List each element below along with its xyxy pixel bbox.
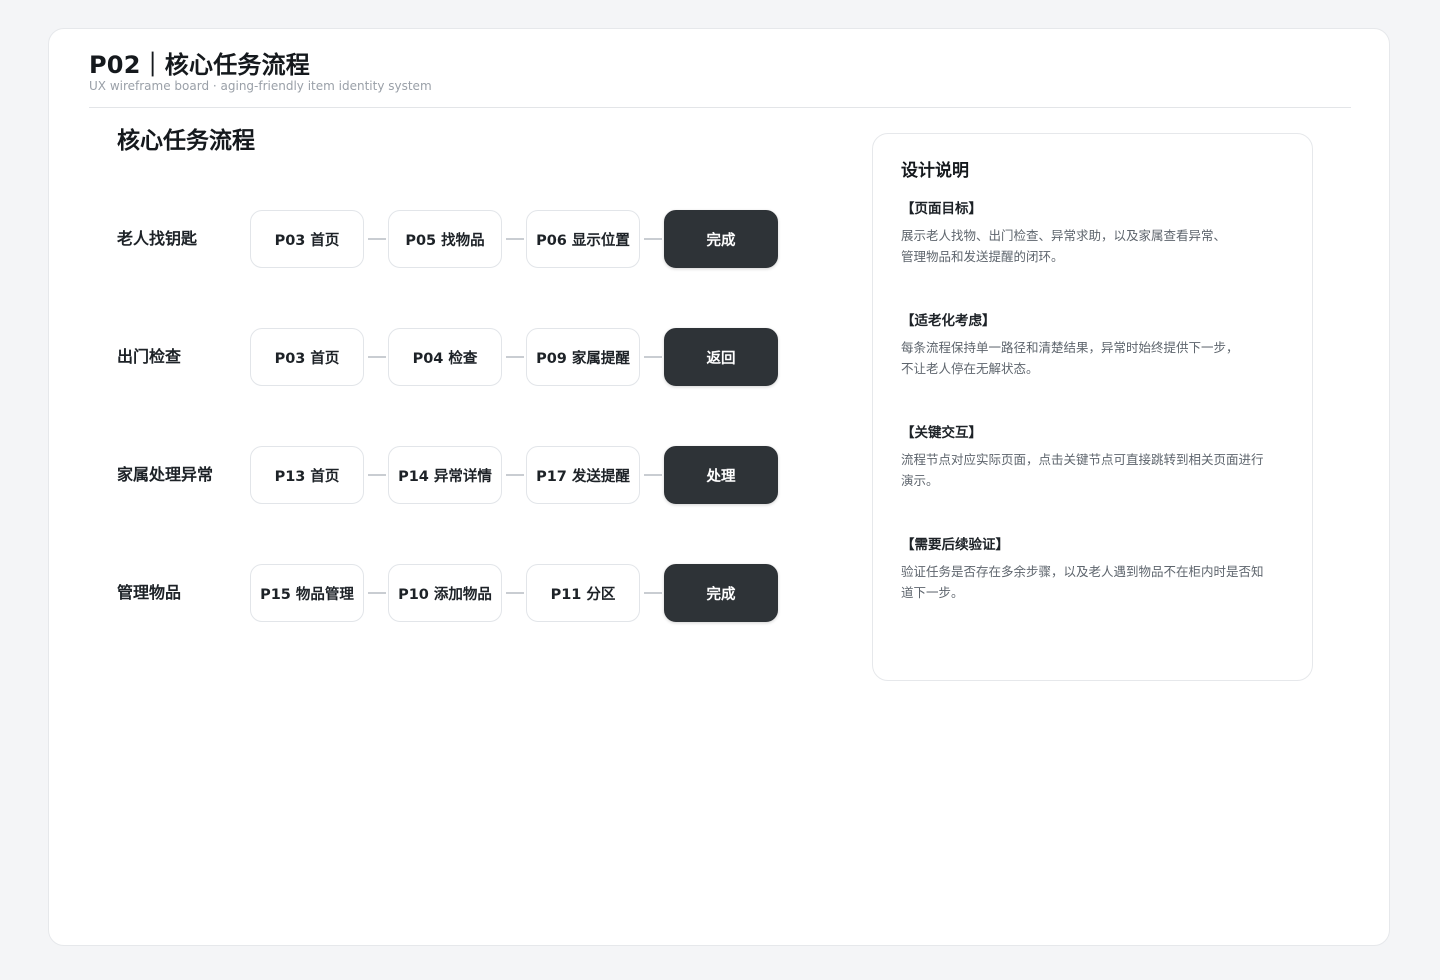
note-aging-friendly: 【适老化考虑】 每条流程保持单一路径和清楚结果，异常时始终提供下一步， 不让老人… xyxy=(901,309,1286,379)
flow-connector xyxy=(644,238,662,240)
flow-row-manage-items: 管理物品 P15 物品管理 P10 添加物品 P11 分区 完成 xyxy=(117,564,797,622)
flow-connector xyxy=(506,474,524,476)
note-body: 流程节点对应实际页面，点击关键节点可直接跳转到相关页面进行 演示。 xyxy=(901,452,1264,488)
flow-end-node[interactable]: 处理 xyxy=(664,446,778,504)
note-key-interaction: 【关键交互】 流程节点对应实际页面，点击关键节点可直接跳转到相关页面进行 演示。 xyxy=(901,421,1286,491)
note-body: 每条流程保持单一路径和清楚结果，异常时始终提供下一步， 不让老人停在无解状态。 xyxy=(901,340,1239,376)
wireframe-board: P02｜核心任务流程 UX wireframe board · aging-fr… xyxy=(48,28,1390,946)
flow-node[interactable]: P15 物品管理 xyxy=(250,564,364,622)
flow-node[interactable]: P03 首页 xyxy=(250,210,364,268)
flow-node[interactable]: P03 首页 xyxy=(250,328,364,386)
board-title: P02｜核心任务流程 xyxy=(89,51,310,79)
flow-connector xyxy=(368,474,386,476)
flow-node[interactable]: P11 分区 xyxy=(526,564,640,622)
flow-label: 出门检查 xyxy=(117,347,182,366)
flow-connector xyxy=(368,356,386,358)
note-heading: 【关键交互】 xyxy=(901,425,982,441)
design-notes-panel: 设计说明 【页面目标】 展示老人找物、出门检查、异常求助，以及家属查看异常、 管… xyxy=(872,133,1313,681)
flow-node[interactable]: P09 家属提醒 xyxy=(526,328,640,386)
flow-end-node[interactable]: 完成 xyxy=(664,210,778,268)
flow-connector xyxy=(368,238,386,240)
flow-connector xyxy=(644,356,662,358)
flow-row-family-exception: 家属处理异常 P13 首页 P14 异常详情 P17 发送提醒 处理 xyxy=(117,446,797,504)
flow-connector xyxy=(644,592,662,594)
note-to-validate: 【需要后续验证】 验证任务是否存在多余步骤，以及老人遇到物品不在柜内时是否知 道… xyxy=(901,533,1286,603)
flow-end-node[interactable]: 完成 xyxy=(664,564,778,622)
notes-title: 设计说明 xyxy=(901,161,969,181)
note-heading: 【需要后续验证】 xyxy=(901,537,1009,553)
flow-connector xyxy=(368,592,386,594)
header-divider xyxy=(89,107,1351,108)
board-subtitle: UX wireframe board · aging-friendly item… xyxy=(89,79,432,93)
note-body: 展示老人找物、出门检查、异常求助，以及家属查看异常、 管理物品和发送提醒的闭环。 xyxy=(901,228,1227,264)
flow-connector xyxy=(506,356,524,358)
flow-label: 家属处理异常 xyxy=(117,465,214,484)
flow-node[interactable]: P06 显示位置 xyxy=(526,210,640,268)
flow-node[interactable]: P10 添加物品 xyxy=(388,564,502,622)
flow-node[interactable]: P14 异常详情 xyxy=(388,446,502,504)
note-heading: 【页面目标】 xyxy=(901,201,982,217)
flow-label: 管理物品 xyxy=(117,583,182,602)
note-heading: 【适老化考虑】 xyxy=(901,313,996,329)
flow-connector xyxy=(644,474,662,476)
section-title: 核心任务流程 xyxy=(117,128,255,154)
note-body: 验证任务是否存在多余步骤，以及老人遇到物品不在柜内时是否知 道下一步。 xyxy=(901,564,1264,600)
flow-row-find-keys: 老人找钥匙 P03 首页 P05 找物品 P06 显示位置 完成 xyxy=(117,210,797,268)
flow-connector xyxy=(506,238,524,240)
flow-node[interactable]: P04 检查 xyxy=(388,328,502,386)
flow-label: 老人找钥匙 xyxy=(117,229,198,248)
flow-connector xyxy=(506,592,524,594)
flow-node[interactable]: P05 找物品 xyxy=(388,210,502,268)
note-page-goal: 【页面目标】 展示老人找物、出门检查、异常求助，以及家属查看异常、 管理物品和发… xyxy=(901,197,1286,267)
flow-node[interactable]: P17 发送提醒 xyxy=(526,446,640,504)
flow-end-node[interactable]: 返回 xyxy=(664,328,778,386)
flow-row-departure-check: 出门检查 P03 首页 P04 检查 P09 家属提醒 返回 xyxy=(117,328,797,386)
flow-node[interactable]: P13 首页 xyxy=(250,446,364,504)
